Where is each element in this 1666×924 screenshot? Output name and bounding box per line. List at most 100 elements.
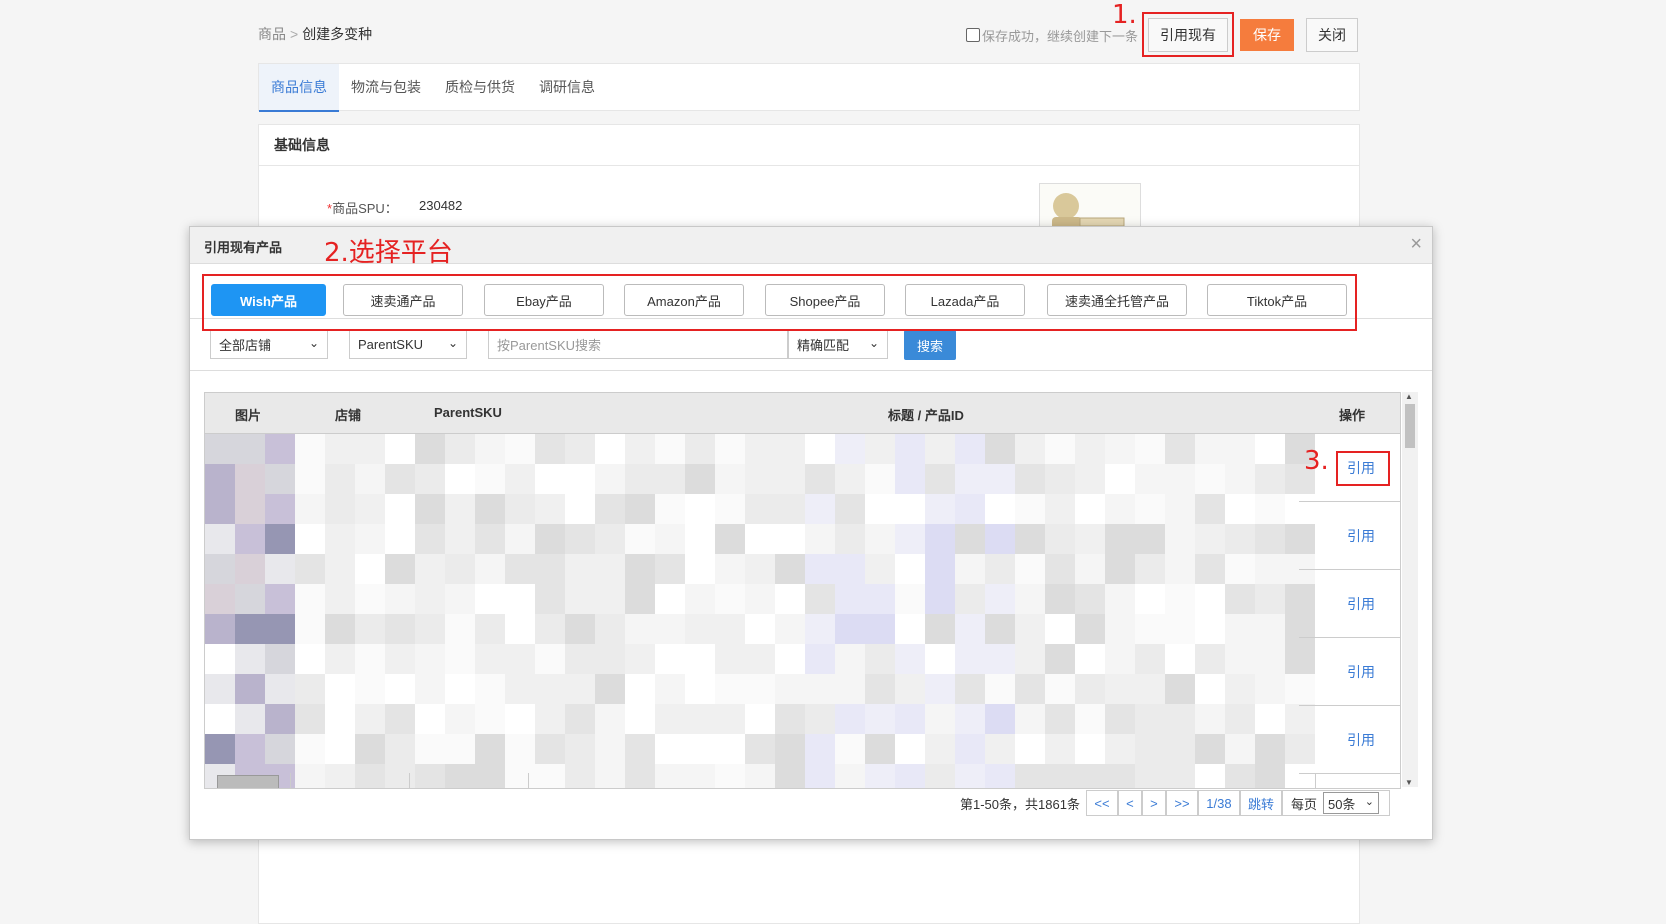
table-body: 引用 引用 引用 引用 引用 (205, 434, 1400, 788)
scroll-up-icon[interactable]: ▲ (1405, 392, 1413, 401)
redacted-cell (655, 644, 685, 674)
redacted-cell (835, 734, 865, 764)
redacted-cell (475, 554, 505, 584)
annotation-step2: 2.选择平台 (324, 238, 453, 268)
chevron-down-icon: ⌄ (868, 336, 879, 350)
reference-link[interactable]: 引用 (1347, 730, 1375, 750)
redacted-cell (655, 584, 685, 614)
column-divider (409, 773, 410, 788)
redacted-cell (835, 644, 865, 674)
scroll-down-icon[interactable]: ▼ (1405, 778, 1413, 787)
column-divider (528, 773, 529, 788)
redacted-cell (565, 524, 595, 554)
redacted-cell (805, 704, 835, 734)
redacted-cell (835, 584, 865, 614)
tab-quality[interactable]: 质检与供货 (433, 64, 527, 110)
save-button[interactable]: 保存 (1240, 19, 1294, 51)
close-button[interactable]: 关闭 (1306, 18, 1358, 52)
page-indicator: 1/38 (1197, 790, 1240, 816)
search-button[interactable]: 搜索 (904, 330, 956, 360)
redacted-cell (985, 674, 1015, 704)
redacted-cell (355, 524, 385, 554)
last-page-button[interactable]: >> (1165, 790, 1198, 816)
redacted-cell (205, 494, 235, 524)
redacted-cell (1105, 734, 1135, 764)
redacted-cell (925, 614, 955, 644)
tab-research[interactable]: 调研信息 (527, 64, 607, 110)
redacted-cell (1015, 704, 1045, 734)
redacted-cell (325, 584, 355, 614)
redacted-cell (205, 464, 235, 494)
column-divider (1315, 773, 1316, 788)
redacted-cell (985, 554, 1015, 584)
scrollbar-thumb[interactable] (1405, 404, 1415, 448)
redacted-cell (625, 494, 655, 524)
redacted-cell (1195, 494, 1225, 524)
tab-logistics[interactable]: 物流与包装 (339, 64, 433, 110)
redacted-cell (505, 554, 535, 584)
redacted-cell (475, 674, 505, 704)
redacted-cell (1165, 434, 1195, 464)
field-select[interactable]: ParentSKU ⌄ (349, 329, 467, 359)
redacted-cell (865, 674, 895, 704)
per-page-select[interactable]: 50条 ⌄ (1322, 792, 1379, 814)
redacted-cell (235, 494, 265, 524)
redacted-cell (415, 644, 445, 674)
redacted-cell (835, 674, 865, 704)
redacted-cell (685, 614, 715, 644)
jump-button[interactable]: 跳转 (1239, 790, 1282, 816)
redacted-cell (265, 674, 295, 704)
redacted-cell (535, 644, 565, 674)
reference-link[interactable]: 引用 (1347, 662, 1375, 682)
col-store: 店铺 (335, 408, 362, 423)
redacted-cell (295, 644, 325, 674)
redacted-cell (1195, 674, 1225, 704)
redacted-cell (535, 734, 565, 764)
redacted-cell (925, 734, 955, 764)
redacted-cell (385, 644, 415, 674)
tab-product-info[interactable]: 商品信息 (259, 64, 339, 112)
redacted-cell (1075, 554, 1105, 584)
redacted-cell (895, 614, 925, 644)
redacted-cell (835, 494, 865, 524)
prev-page-button[interactable]: < (1117, 790, 1142, 816)
redacted-cell (205, 614, 235, 644)
store-select[interactable]: 全部店铺 ⌄ (210, 329, 328, 359)
table-scrollbar[interactable]: ▲ ▼ (1402, 392, 1418, 787)
redacted-cell (1225, 674, 1255, 704)
redacted-cell (565, 584, 595, 614)
redacted-cell (505, 524, 535, 554)
next-page-button[interactable]: > (1141, 790, 1166, 816)
close-icon[interactable]: × (1410, 233, 1422, 256)
redacted-cell (1225, 584, 1255, 614)
redacted-cell (1255, 704, 1285, 734)
redacted-cell (985, 584, 1015, 614)
reference-link[interactable]: 引用 (1347, 526, 1375, 546)
redacted-cell (235, 434, 265, 464)
product-thumbnail (217, 775, 279, 788)
redacted-cell (895, 434, 925, 464)
first-page-button[interactable]: << (1085, 790, 1118, 816)
continue-checkbox[interactable] (966, 28, 980, 42)
redacted-cell (445, 464, 475, 494)
redacted-cell (565, 464, 595, 494)
redacted-cell (385, 734, 415, 764)
redacted-cell (775, 524, 805, 554)
match-select[interactable]: 精确匹配 ⌄ (788, 329, 888, 359)
redacted-cell (505, 434, 535, 464)
redacted-cell (655, 494, 685, 524)
breadcrumb-root[interactable]: 商品 (258, 26, 286, 42)
search-input[interactable]: 按ParentSKU搜索 (488, 329, 788, 359)
redacted-cell (1165, 614, 1195, 644)
redacted-cell (1165, 524, 1195, 554)
redacted-cell (595, 764, 625, 788)
redacted-cell (1195, 554, 1225, 584)
redacted-cell (445, 764, 475, 788)
redacted-cell (505, 704, 535, 734)
redacted-cell (1225, 554, 1255, 584)
product-table: 图片 店铺 ParentSKU 标题 / 产品ID 操作 引用 引用 引用 引用… (204, 392, 1401, 789)
redacted-cell (1045, 524, 1075, 554)
redacted-cell (1135, 494, 1165, 524)
redacted-cell (505, 584, 535, 614)
reference-link[interactable]: 引用 (1347, 594, 1375, 614)
